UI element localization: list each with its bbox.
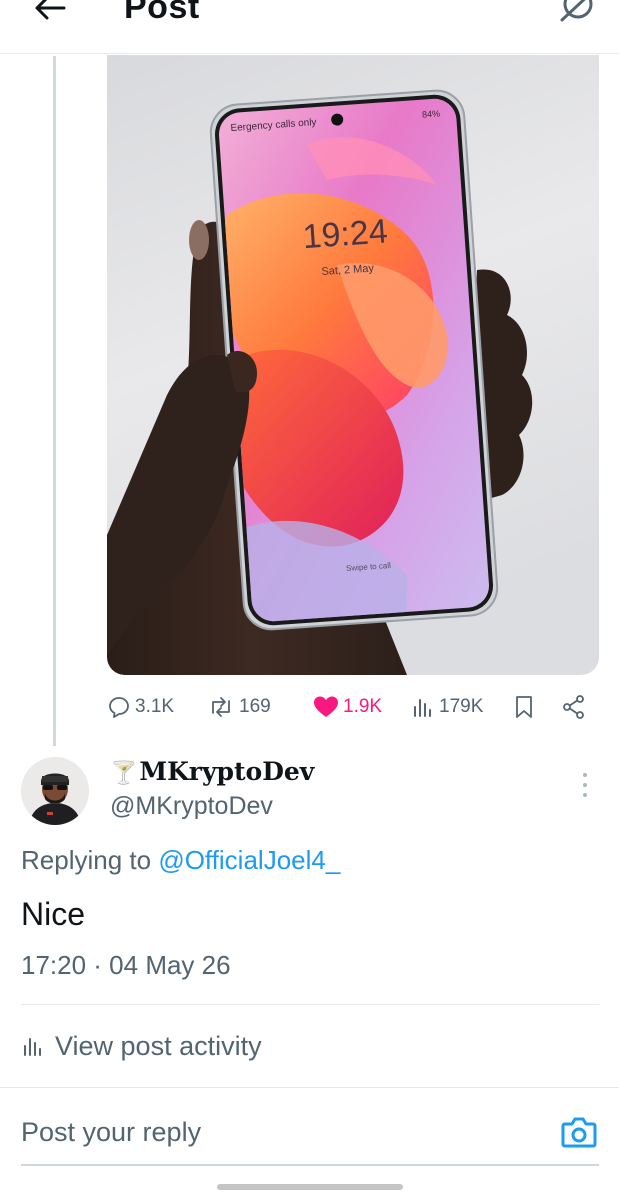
repost-action[interactable]: 169: [207, 688, 271, 726]
post-timestamp: 17:20 · 04 May 26: [21, 950, 231, 980]
grok-icon: [560, 0, 593, 22]
bookmark-icon: [516, 696, 532, 718]
analytics-icon: [24, 1038, 41, 1056]
top-bar: Post: [0, 0, 619, 54]
camera-button[interactable]: [560, 1114, 598, 1150]
view-post-activity-button[interactable]: View post activity: [21, 1027, 262, 1065]
replying-mention-link[interactable]: @OfficialJoel4_: [158, 845, 340, 875]
post-action-bar: 3.1K 169 1.9K 179K: [107, 688, 599, 726]
avatar[interactable]: [21, 757, 89, 825]
reply-input[interactable]: Post your reply: [21, 1117, 201, 1148]
share-action[interactable]: [561, 688, 587, 726]
repost-icon: [212, 697, 230, 717]
camera-icon: [561, 1117, 597, 1148]
reply-action[interactable]: 3.1K: [107, 688, 174, 726]
display-name-text: MKryptoDev: [139, 757, 315, 786]
grok-button[interactable]: [556, 0, 600, 30]
comment-icon: [109, 697, 129, 718]
more-dot-icon: [583, 783, 587, 787]
more-dot-icon: [583, 773, 587, 777]
cocktail-emoji-icon: 🍸: [110, 761, 138, 786]
arrow-left-icon: [35, 0, 66, 20]
user-handle[interactable]: @MKryptoDev: [110, 792, 273, 821]
bookmark-action[interactable]: [512, 688, 536, 726]
share-icon: [563, 695, 584, 719]
input-underline: [21, 1164, 599, 1166]
analytics-icon: [414, 699, 431, 717]
page-title: Post: [124, 0, 200, 26]
like-action[interactable]: 1.9K: [313, 688, 382, 726]
post-image[interactable]: Eergency calls only 84% 19:24 Sat, 2 May…: [107, 55, 599, 675]
screen-battery-text: 84%: [422, 108, 441, 119]
reply-text: Nice: [21, 896, 86, 932]
divider: [21, 1004, 599, 1005]
repost-count: 169: [239, 696, 271, 717]
heart-icon: [314, 696, 338, 717]
view-post-activity-label: View post activity: [55, 1030, 262, 1061]
more-options-button[interactable]: [574, 770, 596, 800]
views-count: 179K: [439, 696, 484, 717]
views-action[interactable]: 179K: [411, 688, 483, 726]
home-indicator[interactable]: [217, 1184, 403, 1190]
screen-clock: 19:24: [301, 212, 389, 256]
like-count: 1.9K: [343, 696, 383, 717]
reply-count: 3.1K: [135, 696, 175, 717]
replying-to: Replying to @OfficialJoel4_: [21, 845, 340, 876]
back-button[interactable]: [30, 0, 70, 28]
replying-label: Replying to: [21, 845, 159, 875]
more-dot-icon: [583, 793, 587, 797]
divider: [0, 1087, 619, 1088]
thread-connector: [53, 56, 56, 746]
display-name[interactable]: 🍸MKryptoDev: [110, 757, 314, 786]
